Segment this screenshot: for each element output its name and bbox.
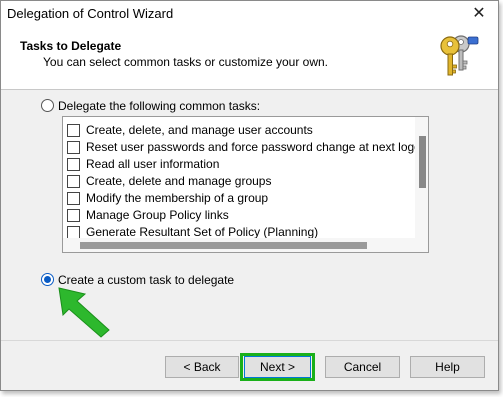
task-label: Read all user information [86, 157, 220, 171]
task-checkbox[interactable] [67, 141, 80, 154]
task-label: Create, delete, and manage user accounts [86, 123, 313, 137]
next-button[interactable]: Next > [244, 356, 311, 378]
task-label: Generate Resultant Set of Policy (Planni… [86, 225, 319, 239]
vertical-scrollbar[interactable] [415, 117, 428, 239]
radio-custom-task[interactable] [41, 273, 54, 286]
radio-common-tasks-label[interactable]: Delegate the following common tasks: [58, 99, 260, 113]
help-button[interactable]: Help [410, 356, 485, 378]
task-checkbox[interactable] [67, 192, 80, 205]
task-label: Reset user passwords and force password … [86, 140, 428, 154]
task-label: Create, delete and manage groups [86, 174, 272, 188]
footer-divider [1, 340, 498, 341]
window-title: Delegation of Control Wizard [7, 6, 174, 21]
page-title: Tasks to Delegate [20, 39, 122, 53]
task-checkbox[interactable] [67, 124, 80, 137]
task-label: Modify the membership of a group [86, 191, 269, 205]
common-tasks-list[interactable]: Create, delete, and manage user accounts… [62, 116, 429, 253]
annotation-arrow-icon [58, 287, 110, 338]
back-button[interactable]: < Back [165, 356, 239, 378]
task-checkbox[interactable] [67, 158, 80, 171]
task-label: Manage Group Policy links [86, 208, 229, 222]
radio-common-tasks[interactable] [41, 99, 54, 112]
horizontal-scroll-thumb[interactable] [80, 242, 367, 249]
horizontal-scrollbar[interactable] [63, 238, 428, 252]
wizard-dialog: Delegation of Control Wizard ✕ Tasks to … [0, 0, 499, 391]
title-bar: Delegation of Control Wizard ✕ [1, 1, 498, 27]
vertical-scroll-thumb[interactable] [419, 136, 426, 188]
keys-icon [440, 35, 479, 76]
wizard-header: Tasks to Delegate You can select common … [1, 27, 498, 90]
close-icon[interactable]: ✕ [468, 3, 490, 25]
page-subtitle: You can select common tasks or customize… [43, 55, 329, 69]
task-checkbox[interactable] [67, 209, 80, 222]
cancel-button[interactable]: Cancel [325, 356, 400, 378]
task-checkbox[interactable] [67, 175, 80, 188]
